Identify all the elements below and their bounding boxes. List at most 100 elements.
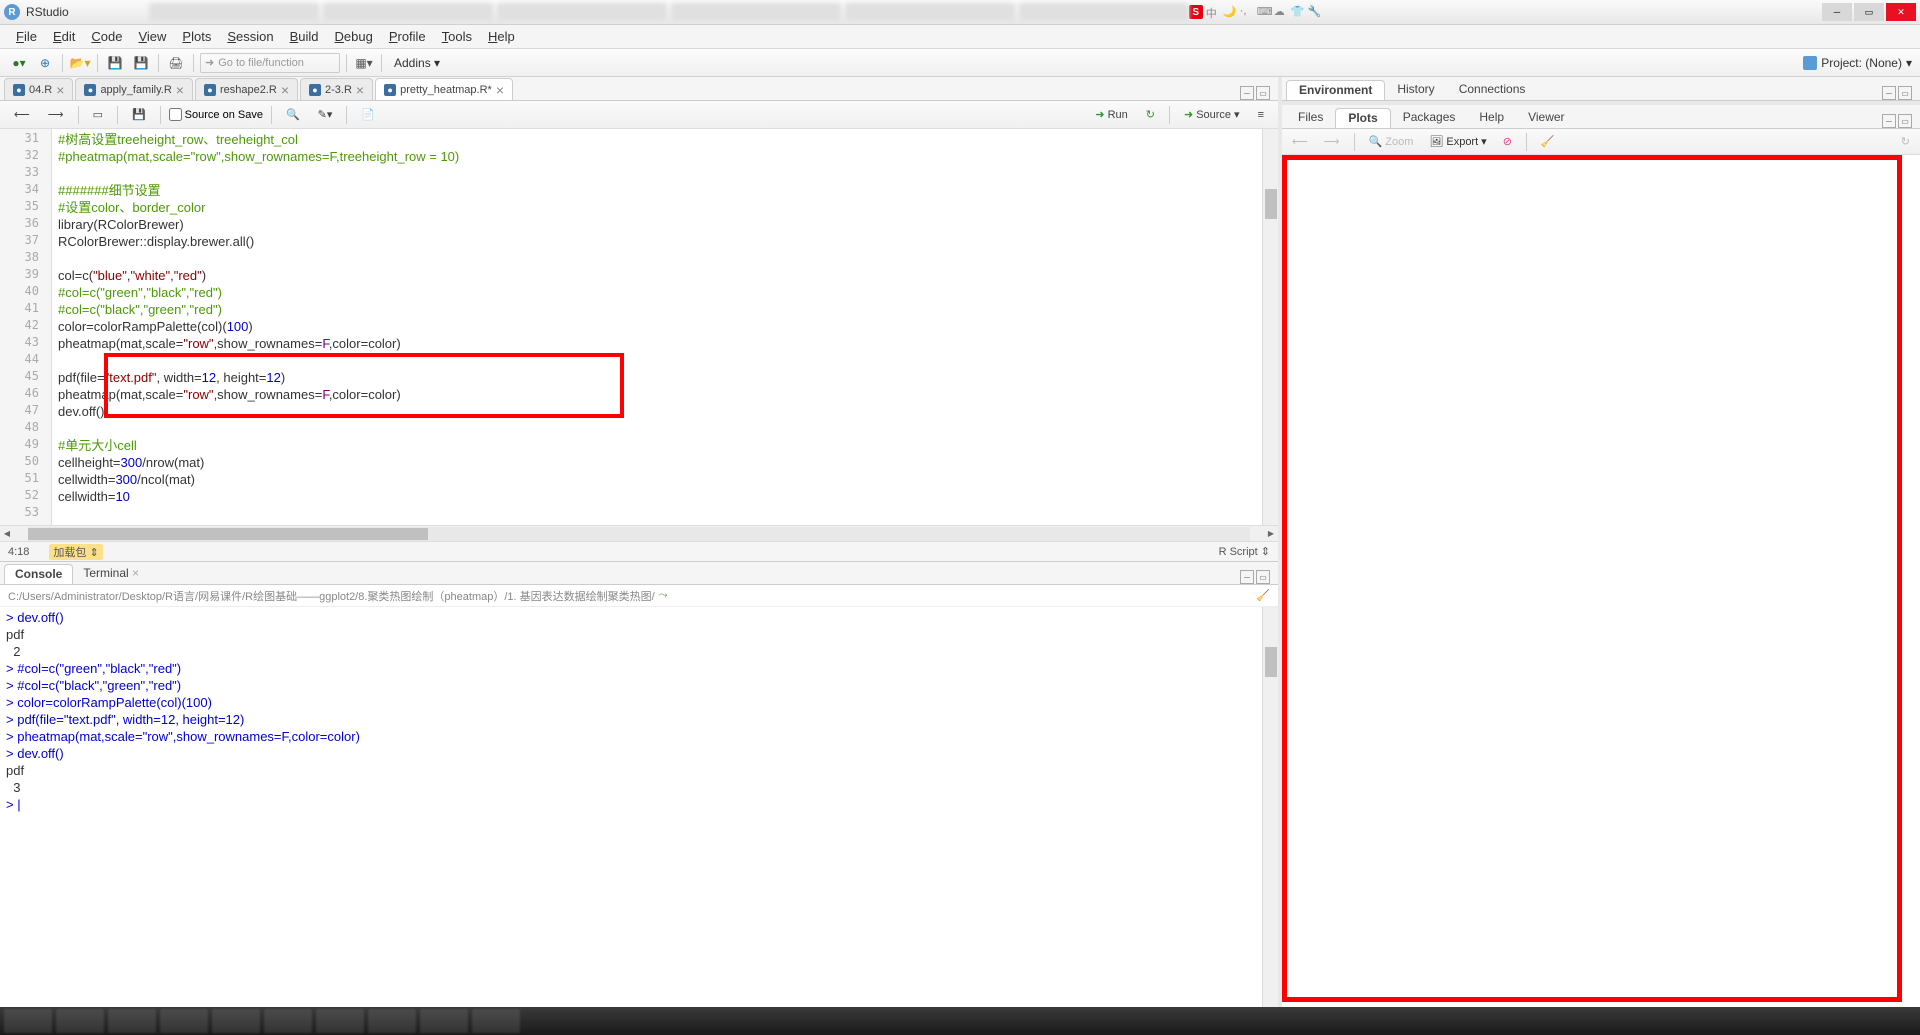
editor-vertical-scrollbar[interactable]: [1262, 129, 1278, 525]
r-file-icon: ●: [204, 84, 216, 96]
menu-tools[interactable]: Tools: [434, 29, 480, 44]
tab-files[interactable]: Files: [1286, 108, 1335, 128]
goto-file-search[interactable]: ➜Go to file/function: [200, 53, 340, 73]
tab-viewer[interactable]: Viewer: [1516, 108, 1576, 128]
close-tab-icon[interactable]: ×: [356, 82, 364, 98]
shirt-icon[interactable]: 👕: [1291, 5, 1305, 19]
file-tab-3[interactable]: ●2-3.R×: [300, 78, 373, 100]
tab-console[interactable]: Console: [4, 564, 73, 584]
console-pane-minimize[interactable]: ─: [1240, 570, 1254, 584]
close-tab-icon[interactable]: ×: [176, 82, 184, 98]
clear-console-icon[interactable]: 🧹: [1256, 589, 1270, 602]
grid-view-button[interactable]: ▦▾: [353, 53, 375, 73]
ime-mode-icon[interactable]: 中: [1206, 5, 1220, 19]
plot-display-area: [1282, 155, 1920, 1007]
save-all-button[interactable]: 💾: [130, 53, 152, 73]
wrench-icon[interactable]: 🔧: [1308, 5, 1322, 19]
window-minimize-button[interactable]: ─: [1822, 3, 1852, 21]
new-file-button[interactable]: ●▾: [8, 53, 30, 73]
menu-build[interactable]: Build: [282, 29, 327, 44]
addins-dropdown[interactable]: Addins ▾: [388, 56, 446, 70]
menu-debug[interactable]: Debug: [327, 29, 381, 44]
rerun-button[interactable]: ↻: [1140, 106, 1161, 123]
editor-status-bar: 4:18 加载包 ⇕ R Script ⇕: [0, 541, 1278, 561]
code-editor[interactable]: 3132333435363738394041424344454647484950…: [0, 129, 1278, 525]
annotation-red-box-plot: [1282, 155, 1902, 1002]
show-in-new-window-button[interactable]: ▭: [87, 106, 109, 123]
find-replace-button[interactable]: 🔍: [280, 106, 306, 123]
tab-plots[interactable]: Plots: [1335, 108, 1390, 128]
language-indicator[interactable]: R Script ⇕: [1219, 545, 1270, 558]
console-pane-maximize[interactable]: ▭: [1256, 570, 1270, 584]
cloud-icon[interactable]: ☁: [1274, 5, 1288, 19]
console-tabs: Console Terminal × ─ ▭: [0, 561, 1278, 585]
source-on-save-checkbox[interactable]: Source on Save: [169, 108, 263, 121]
tab-history[interactable]: History: [1385, 80, 1446, 100]
file-tab-4[interactable]: ●pretty_heatmap.R*×: [375, 78, 513, 100]
editor-horizontal-scrollbar[interactable]: ◀▶: [0, 525, 1278, 541]
sogou-ime-icon[interactable]: S: [1189, 5, 1203, 19]
menu-bar: File Edit Code View Plots Session Build …: [0, 25, 1920, 49]
source-button[interactable]: ➜Source ▾: [1178, 106, 1246, 123]
tab-packages[interactable]: Packages: [1391, 108, 1468, 128]
close-tab-icon[interactable]: ×: [281, 82, 289, 98]
keyboard-icon[interactable]: ⌨: [1257, 5, 1271, 19]
goto-arrow-icon: ➜: [205, 56, 214, 69]
forward-button[interactable]: ⟶: [42, 106, 70, 123]
console-vertical-scrollbar[interactable]: [1262, 607, 1278, 1007]
tab-help[interactable]: Help: [1467, 108, 1516, 128]
menu-profile[interactable]: Profile: [381, 29, 434, 44]
close-tab-icon[interactable]: ×: [496, 82, 504, 98]
r-file-icon: ●: [84, 84, 96, 96]
tab-environment[interactable]: Environment: [1286, 80, 1385, 100]
code-tools-button[interactable]: ✎▾: [312, 106, 339, 123]
menu-view[interactable]: View: [130, 29, 174, 44]
tab-terminal[interactable]: Terminal ×: [73, 564, 149, 584]
env-pane-maximize[interactable]: ▭: [1898, 86, 1912, 100]
line-number-gutter: 3132333435363738394041424344454647484950…: [0, 129, 52, 525]
plot-pane-minimize[interactable]: ─: [1882, 114, 1896, 128]
source-file-tabs: ●04.R×●apply_family.R×●reshape2.R×●2-3.R…: [0, 77, 1278, 101]
source-pane-minimize[interactable]: ─: [1240, 86, 1254, 100]
console-output[interactable]: > dev.off()pdf 2 > #col=c("green","black…: [0, 607, 1278, 1007]
menu-edit[interactable]: Edit: [45, 29, 83, 44]
editor-toolbar: ⟵ ⟶ ▭ 💾 Source on Save 🔍 ✎▾ 📄 ➜Run ↻ ➜So…: [0, 101, 1278, 129]
goto-dir-icon[interactable]: ⤳: [659, 589, 668, 602]
source-pane-maximize[interactable]: ▭: [1256, 86, 1270, 100]
outline-button[interactable]: ≡: [1252, 107, 1270, 123]
plot-zoom-button: 🔍Zoom: [1365, 133, 1418, 150]
file-tab-1[interactable]: ●apply_family.R×: [75, 78, 193, 100]
windows-taskbar[interactable]: [0, 1007, 1920, 1035]
new-project-button[interactable]: ⊕: [34, 53, 56, 73]
window-maximize-button[interactable]: ▭: [1854, 3, 1884, 21]
plot-pane-maximize[interactable]: ▭: [1898, 114, 1912, 128]
save-button[interactable]: 💾: [104, 53, 126, 73]
punct-icon[interactable]: ·,: [1240, 5, 1254, 19]
remove-icon: ⊘: [1503, 135, 1512, 148]
menu-plots[interactable]: Plots: [174, 29, 219, 44]
open-file-button[interactable]: 📂▾: [69, 53, 91, 73]
window-close-button[interactable]: ✕: [1886, 3, 1916, 21]
print-button[interactable]: 🖨: [165, 53, 187, 73]
save-file-button[interactable]: 💾: [126, 106, 152, 123]
plot-export-button[interactable]: 🖼Export ▾: [1425, 133, 1490, 150]
file-tab-2[interactable]: ●reshape2.R×: [195, 78, 298, 100]
run-button[interactable]: ➜Run: [1089, 106, 1133, 123]
project-selector[interactable]: Project: (None) ▾: [1803, 56, 1912, 70]
file-tab-0[interactable]: ●04.R×: [4, 78, 73, 100]
menu-code[interactable]: Code: [83, 29, 130, 44]
scope-indicator[interactable]: 加载包 ⇕: [49, 544, 102, 560]
env-pane-minimize[interactable]: ─: [1882, 86, 1896, 100]
menu-session[interactable]: Session: [219, 29, 281, 44]
menu-help[interactable]: Help: [480, 29, 523, 44]
compile-report-button[interactable]: 📄: [355, 106, 381, 123]
zoom-icon: 🔍: [1369, 135, 1383, 148]
back-button[interactable]: ⟵: [8, 106, 36, 123]
r-file-icon: ●: [309, 84, 321, 96]
menu-file[interactable]: File: [8, 29, 45, 44]
close-tab-icon[interactable]: ×: [56, 82, 64, 98]
plot-next-button: ⟶: [1320, 133, 1344, 150]
moon-icon[interactable]: 🌙: [1223, 5, 1237, 19]
tab-connections[interactable]: Connections: [1447, 80, 1538, 100]
plot-prev-button: ⟵: [1288, 133, 1312, 150]
